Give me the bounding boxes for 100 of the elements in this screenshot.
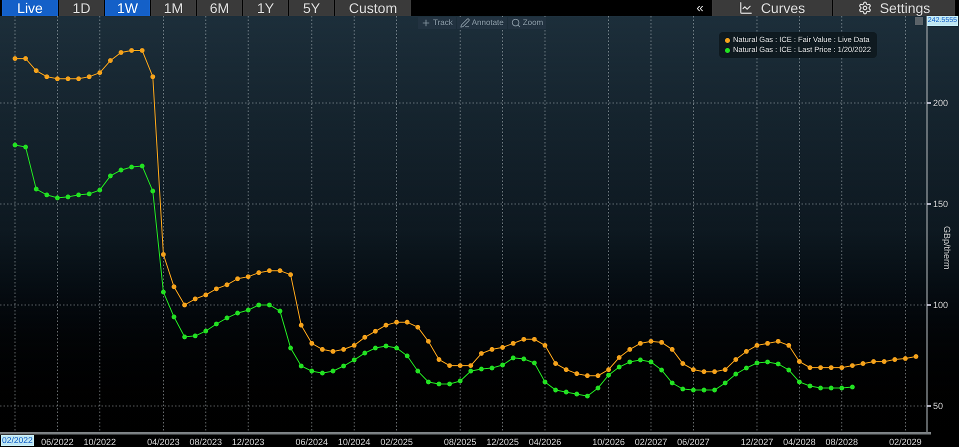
data-point bbox=[309, 368, 314, 374]
x-tick-label: 06/2022 bbox=[41, 437, 74, 447]
data-point bbox=[458, 378, 463, 384]
data-point bbox=[394, 320, 399, 325]
data-point bbox=[596, 373, 600, 378]
data-point bbox=[702, 369, 706, 374]
x-tick-label: 02/2025 bbox=[380, 437, 413, 447]
data-point bbox=[553, 361, 558, 366]
data-point bbox=[86, 74, 92, 80]
data-point bbox=[690, 388, 696, 392]
data-point bbox=[914, 354, 918, 359]
y-tick-label: 200 bbox=[933, 98, 948, 108]
data-point bbox=[638, 358, 643, 362]
data-point bbox=[796, 380, 802, 384]
data-point bbox=[235, 310, 240, 316]
data-point bbox=[702, 388, 706, 392]
data-point bbox=[839, 386, 844, 390]
data-point bbox=[532, 360, 537, 366]
y-axis-title: GBp/therm bbox=[942, 226, 952, 270]
range-tab[interactable]: 1W bbox=[105, 0, 150, 16]
range-tab[interactable]: 1D bbox=[59, 0, 104, 16]
range-tab[interactable]: 6M bbox=[197, 0, 242, 16]
data-point bbox=[66, 76, 70, 82]
data-point bbox=[362, 334, 368, 340]
x-tick-label: 08/2023 bbox=[190, 437, 222, 447]
data-point bbox=[320, 370, 325, 376]
search-icon bbox=[510, 18, 521, 28]
x-tick-label: 02/2027 bbox=[634, 437, 668, 447]
data-point bbox=[352, 343, 357, 348]
data-point bbox=[500, 362, 505, 368]
data-point bbox=[776, 362, 781, 366]
data-point bbox=[744, 366, 749, 370]
data-point bbox=[97, 188, 102, 192]
data-point bbox=[278, 308, 282, 314]
data-point bbox=[150, 188, 156, 194]
range-tab[interactable]: 5Y bbox=[289, 0, 334, 16]
data-point bbox=[850, 384, 855, 390]
live-toggle[interactable]: Live bbox=[2, 0, 58, 16]
data-point bbox=[680, 386, 686, 392]
data-point bbox=[733, 372, 738, 376]
chart-tool-button[interactable]: Track bbox=[418, 17, 456, 29]
data-point bbox=[564, 390, 569, 394]
data-point bbox=[23, 144, 28, 150]
data-point bbox=[765, 360, 770, 364]
data-point bbox=[12, 142, 18, 148]
data-point bbox=[712, 388, 717, 392]
data-point bbox=[44, 192, 50, 198]
data-point bbox=[86, 192, 92, 196]
data-point bbox=[596, 386, 600, 390]
data-point bbox=[246, 274, 251, 280]
data-point bbox=[203, 292, 208, 298]
data-point bbox=[733, 357, 738, 362]
settings-button[interactable]: Settings bbox=[833, 0, 955, 16]
x-tick-label: 04/2026 bbox=[528, 437, 562, 447]
data-point bbox=[754, 343, 760, 348]
data-point bbox=[224, 316, 230, 320]
data-point bbox=[161, 290, 166, 294]
cursor-date-label: 02/2022 bbox=[1, 435, 34, 446]
data-point bbox=[892, 357, 898, 362]
data-point bbox=[426, 380, 431, 384]
data-point bbox=[436, 357, 442, 362]
data-point bbox=[458, 363, 463, 368]
data-point bbox=[373, 346, 378, 350]
range-tab[interactable]: 1M bbox=[151, 0, 196, 16]
range-tab[interactable]: 1Y bbox=[243, 0, 288, 16]
data-point bbox=[108, 58, 113, 63]
x-tick-label: 04/2028 bbox=[783, 437, 816, 447]
data-point bbox=[584, 394, 590, 398]
data-point bbox=[510, 356, 516, 360]
data-point bbox=[415, 368, 420, 374]
data-point bbox=[574, 371, 580, 376]
data-point bbox=[55, 76, 60, 82]
data-point bbox=[161, 252, 166, 257]
data-point bbox=[192, 296, 198, 302]
data-point bbox=[235, 276, 240, 282]
data-point bbox=[23, 56, 28, 61]
data-point bbox=[659, 368, 664, 372]
y-tick-label: 150 bbox=[933, 199, 948, 209]
data-point bbox=[690, 367, 696, 372]
chart-tool-button[interactable]: Annotate bbox=[456, 17, 507, 29]
data-point bbox=[384, 322, 388, 328]
data-point bbox=[108, 174, 113, 178]
data-point bbox=[754, 360, 760, 366]
data-point bbox=[436, 382, 442, 386]
data-point bbox=[839, 365, 844, 370]
range-tab[interactable]: Custom bbox=[335, 0, 411, 16]
x-tick-label: 12/2023 bbox=[232, 437, 264, 447]
data-point bbox=[394, 346, 399, 350]
data-point bbox=[659, 340, 664, 345]
data-point bbox=[352, 358, 357, 362]
data-point bbox=[320, 347, 325, 352]
data-point bbox=[765, 340, 770, 346]
data-point bbox=[172, 314, 176, 320]
chart-tool-button[interactable]: Zoom bbox=[508, 17, 546, 29]
data-point bbox=[490, 366, 494, 370]
y-tick-label: 50 bbox=[933, 401, 944, 411]
data-point bbox=[521, 336, 526, 342]
data-point bbox=[246, 308, 251, 312]
curves-button[interactable]: Curves bbox=[712, 0, 832, 16]
data-point bbox=[478, 351, 484, 356]
